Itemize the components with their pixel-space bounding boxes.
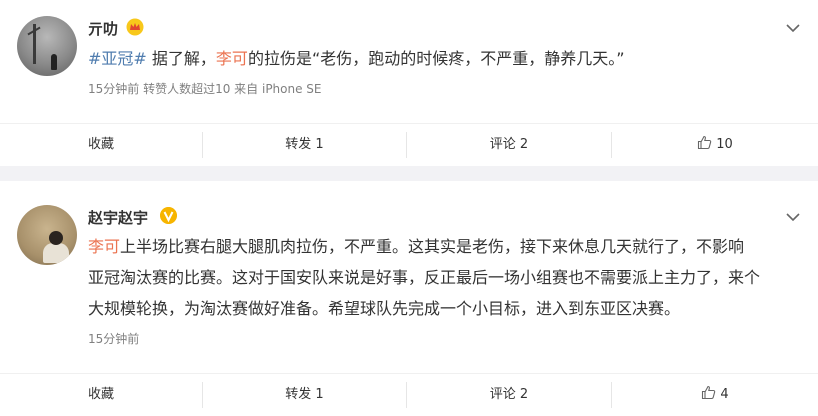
repost-label: 转发 1 bbox=[285, 137, 324, 152]
favorite-label: 收藏 bbox=[87, 387, 114, 402]
post-card-1: 亓叻 #亚冠# 据了解，李可的拉伤是“老伤，跑动的时候疼，不严重，静养几天。” … bbox=[0, 0, 818, 166]
like-button[interactable]: 10 bbox=[612, 124, 818, 166]
post-text-line: 亚冠淘汰赛的比赛。这对于国安队来说是好事，反正最后一场小组赛也不需要派上主力了，… bbox=[88, 268, 761, 287]
comment-button[interactable]: 评论 2 bbox=[407, 124, 611, 166]
avatar-person-shape bbox=[51, 54, 57, 70]
author-name[interactable]: 赵宇赵宇 bbox=[88, 207, 148, 228]
thumbs-up-icon bbox=[698, 135, 712, 150]
thumbs-up-icon bbox=[702, 385, 716, 400]
favorite-button[interactable]: 收藏 bbox=[0, 124, 202, 166]
post-text-line: 李可上半场比赛右腿大腿肌肉拉伤，不严重。这其实是老伤，接下来休息几天就行了，不影… bbox=[88, 231, 803, 262]
post-meta: 15分钟前 转赞人数超过10 来自 iPhone SE bbox=[88, 82, 322, 96]
chevron-down-icon[interactable] bbox=[785, 209, 801, 225]
action-bar: 收藏 转发 1 评论 2 10 bbox=[0, 123, 818, 166]
avatar[interactable] bbox=[17, 16, 77, 76]
repost-button[interactable]: 转发 1 bbox=[203, 124, 406, 166]
like-count: 4 bbox=[720, 387, 729, 402]
like-count: 10 bbox=[716, 137, 733, 152]
favorite-label: 收藏 bbox=[87, 137, 114, 152]
avatar-body-shape bbox=[43, 243, 69, 263]
post-card-2: 赵宇赵宇 李可上半场比赛右腿大腿肌肉拉伤，不严重。这其实是老伤，接下来休息几天就… bbox=[0, 181, 818, 416]
repost-label: 转发 1 bbox=[285, 387, 324, 402]
comment-button[interactable]: 评论 2 bbox=[407, 374, 611, 416]
mention-link[interactable]: 李可 bbox=[88, 237, 120, 256]
post-text: 李可上半场比赛右腿大腿肌肉拉伤，不严重。这其实是老伤，接下来休息几天就行了，不影… bbox=[88, 231, 803, 324]
verified-v-icon[interactable] bbox=[160, 207, 177, 224]
post-text-segment: 上半场比赛右腿大腿肌肉拉伤，不严重。这其实是老伤，接下来休息几天就行了，不影响 bbox=[120, 237, 745, 256]
post-text-segment: 据了解， bbox=[146, 49, 216, 68]
author-name[interactable]: 亓叻 bbox=[88, 18, 118, 39]
comment-label: 评论 2 bbox=[489, 137, 529, 152]
repost-button[interactable]: 转发 1 bbox=[203, 374, 406, 416]
action-bar: 收藏 转发 1 评论 2 4 bbox=[0, 373, 818, 416]
mention-link[interactable]: 李可 bbox=[216, 49, 248, 68]
avatar[interactable] bbox=[17, 205, 77, 265]
crown-badge-icon[interactable] bbox=[126, 18, 144, 36]
like-button[interactable]: 4 bbox=[612, 374, 818, 416]
post-text-line: 大规模轮换，为淘汰赛做好准备。希望球队先完成一个小目标，进入到东亚区决赛。 bbox=[88, 299, 681, 318]
post-text-segment: 的拉伤是“老伤，跑动的时候疼，不严重，静养几天。” bbox=[247, 49, 625, 68]
post-meta: 15分钟前 bbox=[88, 332, 140, 346]
comment-label: 评论 2 bbox=[489, 387, 529, 402]
topic-link[interactable]: #亚冠# bbox=[88, 49, 147, 68]
post-text: #亚冠# 据了解，李可的拉伤是“老伤，跑动的时候疼，不严重，静养几天。” bbox=[88, 43, 803, 74]
avatar-head-shape bbox=[49, 231, 63, 245]
chevron-down-icon[interactable] bbox=[785, 20, 801, 36]
favorite-button[interactable]: 收藏 bbox=[0, 374, 202, 416]
